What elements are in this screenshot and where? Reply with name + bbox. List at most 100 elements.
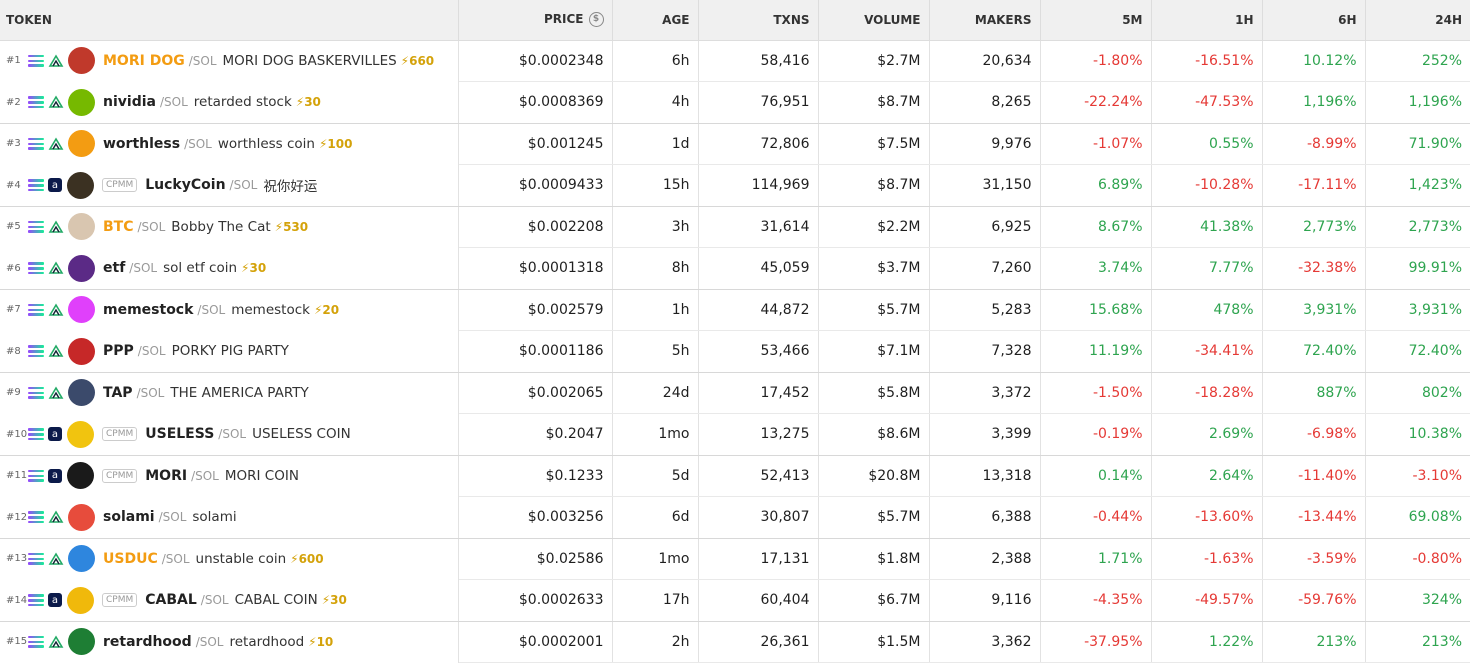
rank: #3 [6, 138, 21, 150]
table-row[interactable]: #4 a CPMM LuckyCoin/SOL 祝你好运 $0.0009433 15h 114… [0, 164, 1470, 207]
table-row[interactable]: #8 PPP/SOL PORKY PIG PARTY $0.0001186 5h 53,4… [0, 330, 1470, 373]
solana-chain-icon [28, 552, 44, 565]
token-symbol[interactable]: USDUC [103, 551, 158, 567]
pair-suffix: /SOL [137, 219, 166, 234]
token-cell[interactable]: #12 solami/SOL solami [0, 496, 459, 539]
table-row[interactable]: #9 TAP/SOL THE AMERICA PARTY $0.002065 24d 17… [0, 372, 1470, 414]
token-cell[interactable]: #3 worthless/SOL worthless coin ⚡100 [0, 123, 459, 165]
txns-cell: 76,951 [698, 81, 819, 124]
change-6h-cell: -17.11% [1262, 164, 1366, 207]
change-1h-cell: -47.53% [1151, 81, 1263, 124]
table-row[interactable]: #13 USDUC/SOL unstable coin ⚡600 $0.02586 1mo… [0, 538, 1470, 580]
change-5m-cell: 6.89% [1040, 164, 1152, 207]
token-symbol[interactable]: TAP [103, 385, 133, 401]
token-symbol[interactable]: USELESS [145, 426, 214, 442]
table-row[interactable]: #6 etf/SOL sol etf coin ⚡30 $0.0001318 8h 45,0… [0, 247, 1470, 290]
volume-cell: $7.5M [818, 123, 930, 165]
pair-suffix: /SOL [197, 302, 226, 317]
txns-cell: 31,614 [698, 206, 819, 248]
table-row[interactable]: #12 solami/SOL solami $0.003256 6d 30,807 $5.7… [0, 496, 1470, 539]
token-logo [67, 586, 94, 614]
token-cell[interactable]: #4 a CPMM LuckyCoin/SOL 祝你好运 [0, 164, 459, 207]
token-symbol[interactable]: etf [103, 260, 125, 276]
age-cell: 5d [612, 455, 699, 497]
token-symbol[interactable]: MORI [145, 468, 187, 484]
change-1h-cell: 2.69% [1151, 413, 1263, 456]
raydium-dex-icon [48, 551, 64, 567]
token-cell[interactable]: #15 retardhood/SOL retardhood ⚡10 [0, 621, 459, 663]
token-symbol[interactable]: nividia [103, 94, 156, 110]
price-cell: $0.0001318 [458, 247, 613, 290]
change-24h-cell: 1,423% [1365, 164, 1470, 207]
table-row[interactable]: #1 MORI DOG/SOL MORI DOG BASKERVILLES ⚡660 $… [0, 40, 1470, 82]
token-symbol[interactable]: memestock [103, 302, 193, 318]
header-5m[interactable]: 5M [1040, 0, 1152, 41]
token-symbol[interactable]: retardhood [103, 634, 192, 650]
header-24h[interactable]: 24H [1365, 0, 1470, 41]
token-name: Bobby The Cat [171, 218, 271, 235]
token-cell[interactable]: #14 a CPMM CABAL/SOL CABAL COIN ⚡30 [0, 579, 459, 622]
currency-toggle-icon[interactable]: $ [588, 12, 604, 28]
table-row[interactable]: #3 worthless/SOL worthless coin ⚡100 $0.0012… [0, 123, 1470, 165]
solana-chain-icon [28, 96, 44, 109]
table-row[interactable]: #15 retardhood/SOL retardhood ⚡10 $0.0002001… [0, 621, 1470, 663]
pair-suffix: /SOL [191, 468, 219, 483]
header-price[interactable]: PRICE $ [458, 0, 613, 41]
token-symbol[interactable]: worthless [103, 136, 180, 152]
token-cell[interactable]: #6 etf/SOL sol etf coin ⚡30 [0, 247, 459, 290]
header-age[interactable]: AGE [612, 0, 699, 41]
header-makers[interactable]: MAKERS [929, 0, 1041, 41]
token-symbol[interactable]: CABAL [145, 592, 197, 608]
change-24h-cell: -3.10% [1365, 455, 1470, 497]
table-row[interactable]: #7 memestock/SOL memestock ⚡20 $0.002579 1h 44… [0, 289, 1470, 331]
token-logo [68, 337, 95, 365]
token-symbol[interactable]: MORI DOG [103, 53, 185, 69]
header-txns[interactable]: TXNS [698, 0, 819, 41]
change-5m-cell: 1.71% [1040, 538, 1152, 580]
change-1h-cell: -34.41% [1151, 330, 1263, 373]
table-row[interactable]: #11 a CPMM MORI/SOL MORI COIN $0.1233 5d 52,413… [0, 455, 1470, 497]
token-cell[interactable]: #11 a CPMM MORI/SOL MORI COIN [0, 455, 459, 497]
token-cell[interactable]: #7 memestock/SOL memestock ⚡20 [0, 289, 459, 331]
age-cell: 2h [612, 621, 699, 663]
header-1h[interactable]: 1H [1151, 0, 1263, 41]
token-symbol[interactable]: solami [103, 509, 155, 525]
rank: #1 [6, 55, 21, 67]
cpmm-badge: CPMM [102, 468, 138, 483]
header-token[interactable]: TOKEN [0, 0, 459, 41]
token-cell[interactable]: #8 PPP/SOL PORKY PIG PARTY [0, 330, 459, 373]
volume-cell: $2.7M [818, 40, 930, 82]
solana-chain-icon [28, 345, 44, 358]
token-cell[interactable]: #2 nividia/SOL retarded stock ⚡30 [0, 81, 459, 124]
change-6h-cell: 2,773% [1262, 206, 1366, 248]
header-volume[interactable]: VOLUME [818, 0, 930, 41]
change-6h-cell: -6.98% [1262, 413, 1366, 456]
table-row[interactable]: #10 a CPMM USELESS/SOL USELESS COIN $0.2047 1m… [0, 413, 1470, 456]
token-logo [68, 628, 95, 656]
token-cell[interactable]: #13 USDUC/SOL unstable coin ⚡600 [0, 538, 459, 580]
token-cell[interactable]: #1 MORI DOG/SOL MORI DOG BASKERVILLES ⚡660 [0, 40, 459, 82]
token-logo [68, 88, 95, 116]
volume-cell: $5.7M [818, 496, 930, 539]
txns-cell: 58,416 [698, 40, 819, 82]
token-logo [68, 503, 95, 531]
change-6h-cell: 10.12% [1262, 40, 1366, 82]
table-row[interactable]: #2 nividia/SOL retarded stock ⚡30 $0.0008369… [0, 81, 1470, 124]
price-cell: $0.0009433 [458, 164, 613, 207]
token-symbol[interactable]: PPP [103, 343, 134, 359]
header-6h[interactable]: 6H [1262, 0, 1366, 41]
token-cell[interactable]: #10 a CPMM USELESS/SOL USELESS COIN [0, 413, 459, 456]
token-symbol[interactable]: BTC [103, 219, 134, 235]
token-name: sol etf coin [163, 260, 238, 277]
token-logo [68, 379, 95, 407]
price-cell: $0.001245 [458, 123, 613, 165]
change-5m-cell: 8.67% [1040, 206, 1152, 248]
table-row[interactable]: #14 a CPMM CABAL/SOL CABAL COIN ⚡30 $0.0002633… [0, 579, 1470, 622]
change-1h-cell: 0.55% [1151, 123, 1263, 165]
change-1h-cell: 7.77% [1151, 247, 1263, 290]
token-symbol[interactable]: LuckyCoin [145, 177, 225, 193]
change-6h-cell: -13.44% [1262, 496, 1366, 539]
token-cell[interactable]: #9 TAP/SOL THE AMERICA PARTY [0, 372, 459, 414]
token-cell[interactable]: #5 BTC/SOL Bobby The Cat ⚡530 [0, 206, 459, 248]
table-row[interactable]: #5 BTC/SOL Bobby The Cat ⚡530 $0.002208 3h 31,… [0, 206, 1470, 248]
